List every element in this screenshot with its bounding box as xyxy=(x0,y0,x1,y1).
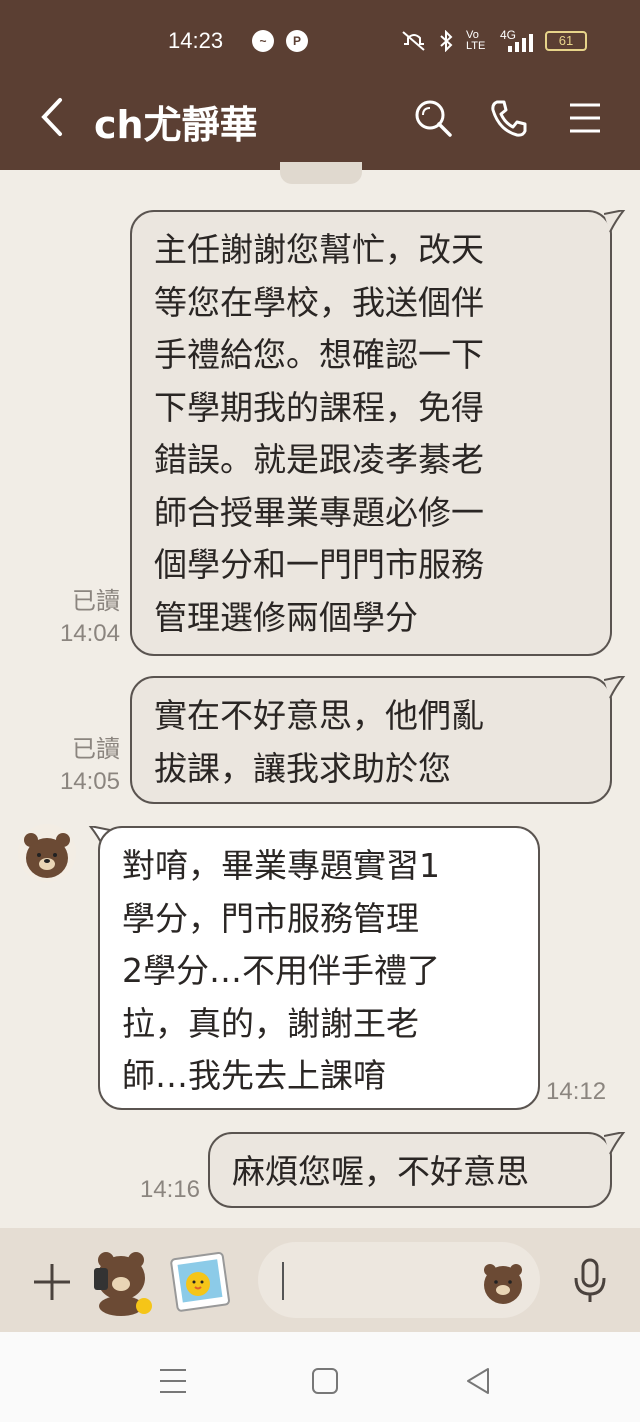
bluetooth-icon xyxy=(440,30,453,52)
message-line: 麻煩您喔，不好意思 xyxy=(232,1152,529,1191)
nav-back-icon[interactable] xyxy=(462,1364,496,1398)
message-line: 主任謝謝您幫忙，改天 xyxy=(154,230,484,269)
message-bubble-me[interactable]: 麻煩您喔，不好意思 xyxy=(208,1132,612,1208)
signal-icon xyxy=(508,34,533,52)
message-line: 2學分…不用伴手禮了 xyxy=(122,951,440,990)
chat-title: ch尤靜華 xyxy=(94,103,258,147)
date-chip xyxy=(280,162,362,184)
message-line: 拉，真的，謝謝王老 xyxy=(122,1003,419,1043)
bubble-tail xyxy=(604,676,626,699)
bubble-tail xyxy=(604,1132,626,1155)
phone-icon[interactable] xyxy=(489,98,529,138)
message-line: 學分，門市服務管理 xyxy=(122,898,419,938)
brown-bear-icon xyxy=(24,833,70,878)
battery-indicator: 61 xyxy=(545,31,587,51)
p-app-icon: P xyxy=(286,30,308,52)
message-line: 師合授畢業專題必修一 xyxy=(154,492,484,532)
message-line: 等您在學校，我送個伴 xyxy=(154,282,484,322)
message-line: 錯誤。就是跟凌孝綦老 xyxy=(154,440,484,479)
volte-label: Vo LTE xyxy=(466,29,486,52)
messenger-icon: ~ xyxy=(252,30,274,52)
message-time: 14:16 xyxy=(139,1176,200,1203)
message-line: 個學分和一門門市服務 xyxy=(154,545,484,584)
status-time: 14:23 xyxy=(168,28,224,53)
chat-header: ch尤靜華 xyxy=(0,64,640,170)
text-cursor xyxy=(282,1262,284,1300)
message-line: 師…我先去上課唷 xyxy=(122,1056,386,1095)
mute-icon xyxy=(402,31,425,51)
nav-home-icon[interactable] xyxy=(308,1364,342,1398)
message-bubble-me[interactable]: 實在不好意思，他們亂 拔課，讓我求助於您 xyxy=(130,676,612,804)
read-receipt: 已讀 xyxy=(72,588,120,615)
menu-icon[interactable] xyxy=(566,98,606,138)
message-line: 實在不好意思，他們亂 xyxy=(154,696,484,735)
message-meta: 已讀 14:05 xyxy=(40,734,120,798)
message-bubble-me[interactable]: 主任謝謝您幫忙，改天 等您在學校，我送個伴 手禮給您。想確認一下 下學期我的課程… xyxy=(130,210,612,656)
plus-icon[interactable] xyxy=(32,1262,72,1302)
message-line: 手禮給您。想確認一下 xyxy=(154,335,484,374)
bear-sticker-icon[interactable] xyxy=(86,1244,158,1316)
emoji-bear-icon[interactable] xyxy=(480,1260,526,1306)
message-line: 管理選修兩個學分 xyxy=(154,597,418,637)
message-input-bar xyxy=(0,1228,640,1332)
bubble-tail xyxy=(604,210,626,233)
nav-recent-icon[interactable] xyxy=(156,1364,190,1398)
message-time: 14:04 xyxy=(59,620,120,647)
back-arrow-icon[interactable] xyxy=(38,96,72,138)
search-icon[interactable] xyxy=(413,98,453,138)
message-meta: 已讀 14:04 xyxy=(40,586,120,650)
photo-sticker-icon[interactable] xyxy=(168,1250,230,1312)
system-nav-bar xyxy=(0,1332,640,1422)
message-line: 拔課，讓我求助於您 xyxy=(154,748,451,788)
microphone-icon[interactable] xyxy=(572,1258,608,1304)
message-time: 14:12 xyxy=(546,1078,607,1105)
read-receipt: 已讀 xyxy=(72,736,120,763)
message-line: 下學期我的課程，免得 xyxy=(154,387,484,427)
contact-avatar[interactable] xyxy=(18,824,76,882)
message-time: 14:05 xyxy=(59,768,120,795)
message-line: 對唷，畢業專題實習1 xyxy=(122,846,440,885)
chat-area[interactable]: 已讀 14:04 主任謝謝您幫忙，改天 等您在學校，我送個伴 手禮給您。想確認一… xyxy=(0,162,640,1228)
message-bubble-them[interactable]: 對唷，畢業專題實習1 學分，門市服務管理 2學分…不用伴手禮了 拉，真的，謝謝王… xyxy=(98,826,540,1110)
status-bar: 14:23 ~ P Vo LTE 4G 61 xyxy=(0,0,640,64)
